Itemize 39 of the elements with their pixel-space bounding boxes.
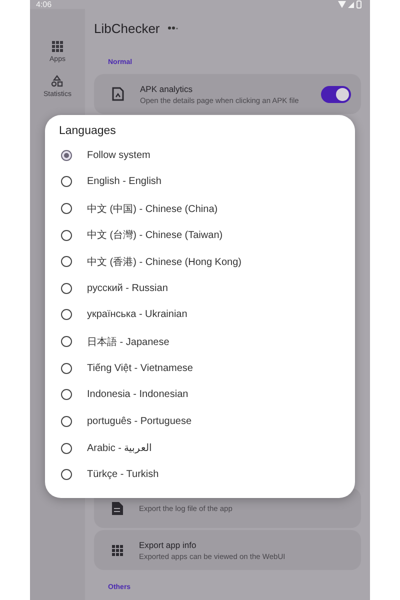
language-option[interactable]: Follow system [59,142,341,169]
radio-button[interactable] [61,336,72,348]
grid-icon [52,41,63,52]
language-option[interactable]: 中文 (台灣) - Chinese (Taiwan) [59,222,341,248]
document-icon [112,502,123,514]
language-option[interactable]: 中文 (中国) - Chinese (China) [59,195,341,222]
radio-button[interactable] [61,282,72,294]
radio-button[interactable] [61,256,72,268]
dots-icon [168,26,178,30]
dialog-title: Languages [59,125,117,137]
language-option[interactable]: English - English [59,168,341,196]
app-title: LibChecker [94,20,160,36]
radio-button[interactable] [61,176,72,188]
language-option[interactable]: Tiếng Việt - Vietnamese [59,354,341,382]
grid-icon [112,544,123,556]
shapes-icon [51,75,64,87]
file-icon [112,87,124,101]
radio-button[interactable] [61,442,72,454]
card-title: Export app info [139,540,198,550]
language-option[interactable]: 日本語 - Japanese [59,328,341,355]
radio-button[interactable] [61,389,72,400]
toggle-switch[interactable] [321,86,351,102]
language-option[interactable]: Arabic - العربية [59,434,341,462]
radio-button[interactable] [61,150,72,161]
card-title: APK analytics [140,84,194,94]
language-option[interactable]: русский - Russian [59,275,341,302]
language-option[interactable]: 中文 (香港) - Chinese (Hong Kong) [59,248,341,276]
radio-button[interactable] [61,469,72,480]
status-time: 4:06 [36,0,52,9]
status-icons [338,0,362,9]
radio-button[interactable] [61,230,72,241]
radio-button[interactable] [61,309,72,320]
language-option[interactable]: Türkçe - Turkish [59,461,341,488]
radio-button[interactable] [61,362,72,374]
language-option[interactable]: Indonesia - Indonesian [59,381,341,408]
language-option[interactable]: português - Portuguese [59,408,341,435]
radio-button[interactable] [61,203,72,214]
language-option[interactable]: українська - Ukrainian [59,302,341,328]
radio-button[interactable] [61,416,72,427]
